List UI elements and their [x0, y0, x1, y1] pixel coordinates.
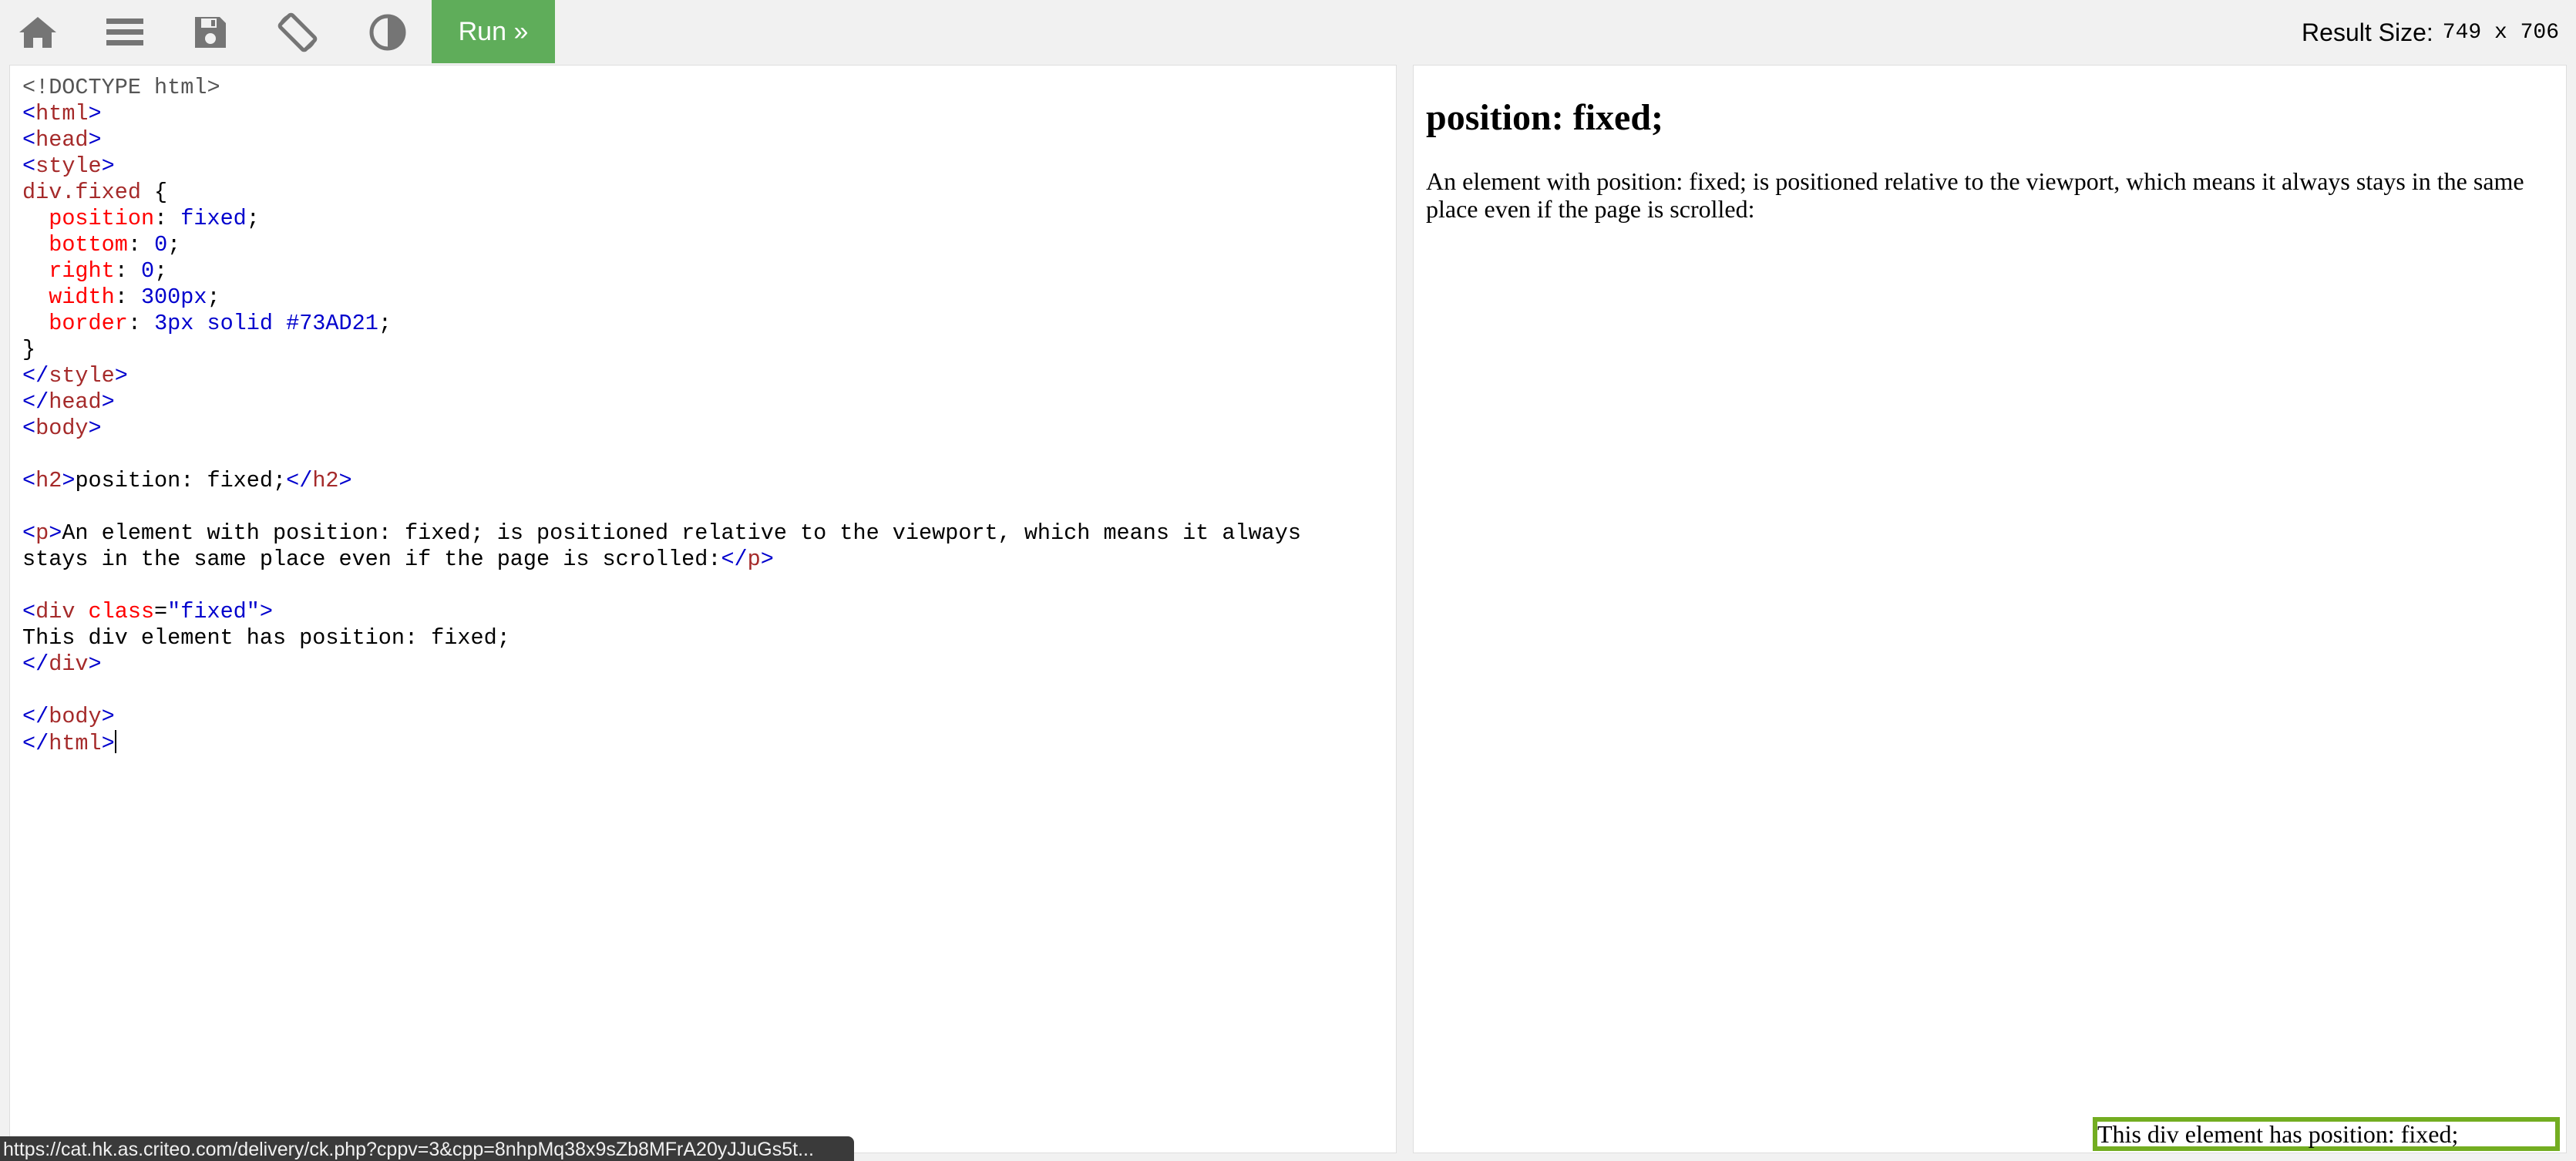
result-paragraph: An element with position: fixed; is posi…: [1426, 167, 2524, 223]
menu-icon[interactable]: [90, 8, 160, 57]
text-caret: [114, 730, 116, 753]
code-line[interactable]: stays in the same place even if the page…: [22, 547, 1373, 573]
result-frame[interactable]: position: fixed; An element with positio…: [1413, 65, 2567, 1153]
code-content[interactable]: <!DOCTYPE html> <html> <head> <style> div.fi…: [22, 75, 1373, 756]
toolbar: Run » Result Size: 749 x 706: [0, 0, 2576, 63]
code-editor[interactable]: <!DOCTYPE html> <html> <head> <style> div.fi…: [9, 65, 1397, 1153]
code-line[interactable]: <head>: [22, 127, 1373, 153]
result-size-value: 749 x 706: [2442, 20, 2559, 45]
code-line[interactable]: border: 3px solid #73AD21;: [22, 311, 1373, 337]
code-line[interactable]: </body>: [22, 704, 1373, 730]
fixed-div: This div element has position: fixed;: [2093, 1117, 2560, 1151]
home-icon[interactable]: [3, 8, 72, 57]
code-line[interactable]: [22, 494, 1373, 520]
code-line[interactable]: <h2>position: fixed;</h2>: [22, 468, 1373, 494]
save-icon[interactable]: [176, 8, 245, 57]
code-line[interactable]: position: fixed;: [22, 206, 1373, 232]
code-line[interactable]: </style>: [22, 363, 1373, 389]
status-bar-url: https://cat.hk.as.criteo.com/delivery/ck…: [0, 1136, 854, 1161]
code-line[interactable]: }: [22, 337, 1373, 363]
code-line[interactable]: <div class="fixed">: [22, 599, 1373, 625]
contrast-icon[interactable]: [353, 8, 422, 57]
code-line[interactable]: width: 300px;: [22, 284, 1373, 311]
run-button[interactable]: Run »: [432, 0, 555, 63]
code-line[interactable]: <!DOCTYPE html>: [22, 75, 1373, 101]
code-line[interactable]: <p>An element with position: fixed; is p…: [22, 520, 1373, 547]
result-size-label: Result Size:: [2302, 18, 2433, 46]
rotate-icon[interactable]: [263, 8, 332, 57]
code-line[interactable]: <style>: [22, 153, 1373, 180]
code-line[interactable]: [22, 573, 1373, 599]
code-line[interactable]: bottom: 0;: [22, 232, 1373, 258]
code-line[interactable]: div.fixed {: [22, 180, 1373, 206]
code-line[interactable]: </div>: [22, 651, 1373, 678]
code-line[interactable]: </head>: [22, 389, 1373, 416]
result-heading: position: fixed;: [1426, 97, 1664, 138]
code-line[interactable]: <html>: [22, 101, 1373, 127]
code-line[interactable]: </html>: [22, 730, 1373, 756]
code-line[interactable]: right: 0;: [22, 258, 1373, 284]
code-line[interactable]: [22, 678, 1373, 704]
code-line[interactable]: <body>: [22, 416, 1373, 442]
code-line[interactable]: This div element has position: fixed;: [22, 625, 1373, 651]
result-size: Result Size: 749 x 706: [2302, 17, 2559, 48]
code-line[interactable]: [22, 442, 1373, 468]
